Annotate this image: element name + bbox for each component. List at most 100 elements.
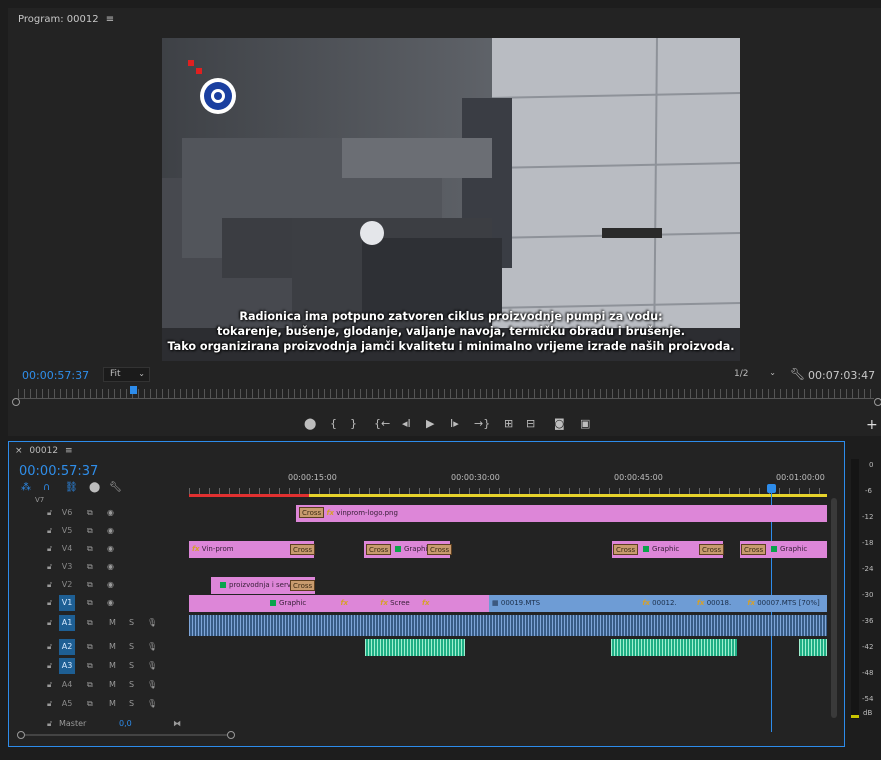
eye-icon[interactable]: ◉ — [107, 580, 114, 589]
horizontal-scrollbar[interactable] — [25, 734, 227, 736]
eye-icon[interactable]: ◉ — [107, 544, 114, 553]
lift-icon[interactable]: ⊞ — [504, 417, 513, 430]
zoom-handle-right[interactable] — [874, 398, 881, 406]
lock-icon[interactable]: 🔓︎ — [47, 580, 52, 590]
lock-icon[interactable]: 🔓︎ — [47, 642, 52, 652]
microphone-icon[interactable]: 🎙︎ — [147, 642, 157, 651]
panel-menu-icon[interactable]: ≡ — [106, 14, 114, 25]
step-back-icon[interactable]: ◂I — [402, 417, 411, 430]
sync-lock-icon[interactable]: ⧉ — [87, 544, 93, 554]
mark-out-icon[interactable]: } — [350, 417, 357, 430]
export-frame-icon[interactable]: ◙ — [554, 417, 565, 430]
microphone-icon[interactable]: 🎙︎ — [147, 680, 157, 689]
cross-dissolve[interactable]: Cross — [290, 544, 316, 555]
sync-lock-icon[interactable]: ⧉ — [87, 661, 93, 671]
program-mini-ruler[interactable] — [18, 389, 874, 399]
go-to-in-icon[interactable]: {← — [374, 417, 390, 430]
graphic-icon — [220, 582, 226, 588]
cross-dissolve[interactable]: Cross — [290, 580, 316, 591]
mute-button[interactable]: M — [109, 661, 116, 670]
lock-icon[interactable]: 🔓︎ — [47, 508, 52, 518]
audio-clip[interactable] — [611, 639, 737, 656]
track-header-v2: 🔓︎ V2 ⧉ ◉ — [47, 580, 114, 590]
zoom-handle-left[interactable] — [12, 398, 20, 406]
play-icon[interactable]: ▶ — [426, 417, 434, 430]
graphic-clip[interactable]: Graphic fx fx Scree fx — [189, 595, 489, 612]
solo-button[interactable]: S — [129, 680, 134, 689]
lock-icon[interactable]: 🔓︎ — [47, 526, 52, 536]
program-playhead[interactable] — [130, 386, 137, 394]
lock-icon[interactable]: 🔓︎ — [47, 544, 52, 554]
time-ruler[interactable]: 00:00:15:00 00:00:30:00 00:00:45:00 00:0… — [189, 470, 829, 496]
snap-icon[interactable]: ∩ — [43, 482, 50, 493]
zoom-handle-left[interactable] — [17, 731, 25, 739]
wrench-icon[interactable]: 🔧︎ — [109, 482, 122, 493]
mute-button[interactable]: M — [109, 680, 116, 689]
microphone-icon[interactable]: 🎙︎ — [147, 699, 157, 708]
sync-lock-icon[interactable]: ⧉ — [87, 508, 93, 518]
compare-icon[interactable]: ▣ — [580, 417, 590, 430]
lock-icon[interactable]: 🔓︎ — [47, 598, 52, 608]
audio-clip[interactable] — [189, 615, 827, 636]
panel-menu-icon[interactable]: ≡ — [65, 446, 73, 456]
solo-button[interactable]: S — [129, 618, 134, 627]
microphone-icon[interactable]: 🎙︎ — [147, 618, 157, 627]
graphic-clip[interactable]: Cross fx vinprom-logo.png — [296, 505, 827, 522]
go-to-out-icon[interactable]: →} — [474, 417, 490, 430]
lock-icon[interactable]: 🔓︎ — [47, 661, 52, 671]
eye-icon[interactable]: ◉ — [107, 598, 114, 607]
cross-dissolve[interactable]: Cross — [741, 544, 767, 555]
eye-icon[interactable]: ◉ — [107, 526, 114, 535]
quality-dropdown[interactable]: 1/2 ⌄ — [730, 367, 780, 382]
vertical-scrollbar[interactable] — [831, 498, 837, 718]
add-button-icon[interactable]: + — [866, 417, 878, 433]
cross-dissolve[interactable]: Cross — [366, 544, 392, 555]
sync-lock-icon[interactable]: ⧉ — [87, 598, 93, 608]
cross-dissolve[interactable]: Cross — [613, 544, 639, 555]
nest-icon[interactable]: ⁂ — [21, 482, 31, 493]
timeline-timecode[interactable]: 00:00:57:37 — [19, 464, 98, 479]
master-meter-icon[interactable]: ⧓ — [173, 719, 181, 728]
ruler-label: 00:00:30:00 — [451, 473, 500, 482]
step-forward-icon[interactable]: I▸ — [450, 417, 459, 430]
sync-lock-icon[interactable]: ⧉ — [87, 680, 93, 690]
lock-icon[interactable]: 🔓︎ — [47, 680, 52, 690]
fit-dropdown[interactable]: Fit ⌄ — [103, 367, 150, 382]
sync-lock-icon[interactable]: ⧉ — [87, 618, 93, 628]
marker-icon[interactable]: ⬤ — [304, 417, 316, 430]
audio-clip[interactable] — [365, 639, 465, 656]
sync-lock-icon[interactable]: ⧉ — [87, 642, 93, 652]
video-clip[interactable]: ▦ 00019.MTS fx 00012. fx 00018. fx 00007… — [489, 595, 827, 612]
close-icon[interactable]: × — [15, 446, 23, 456]
mute-button[interactable]: M — [109, 699, 116, 708]
extract-icon[interactable]: ⊟ — [526, 417, 535, 430]
sync-lock-icon[interactable]: ⧉ — [87, 562, 93, 572]
timeline-tab[interactable]: × 00012 ≡ — [15, 446, 72, 456]
lock-icon[interactable]: 🔓︎ — [47, 699, 52, 709]
add-marker-icon[interactable]: ⬤ — [89, 482, 100, 493]
mute-button[interactable]: M — [109, 642, 116, 651]
mark-in-icon[interactable]: { — [330, 417, 337, 430]
wrench-icon[interactable]: 🔧︎ — [790, 367, 805, 381]
cross-dissolve[interactable]: Cross — [427, 544, 453, 555]
lock-icon[interactable]: 🔓︎ — [47, 618, 52, 628]
lock-icon[interactable]: 🔓︎ — [47, 719, 52, 729]
sync-lock-icon[interactable]: ⧉ — [87, 526, 93, 536]
sync-lock-icon[interactable]: ⧉ — [87, 699, 93, 709]
microphone-icon[interactable]: 🎙︎ — [147, 661, 157, 670]
sync-lock-icon[interactable]: ⧉ — [87, 580, 93, 590]
graphic-icon — [643, 546, 649, 552]
lock-icon[interactable]: 🔓︎ — [47, 562, 52, 572]
program-monitor-title[interactable]: Program: 00012 ≡ — [18, 14, 114, 25]
solo-button[interactable]: S — [129, 661, 134, 670]
zoom-handle-right[interactable] — [227, 731, 235, 739]
solo-button[interactable]: S — [129, 642, 134, 651]
program-timecode[interactable]: 00:00:57:37 — [22, 369, 89, 382]
cross-dissolve[interactable]: Cross — [699, 544, 725, 555]
audio-clip[interactable] — [799, 639, 827, 656]
linked-selection-icon[interactable]: ⛓︎ — [65, 482, 78, 493]
eye-icon[interactable]: ◉ — [107, 562, 114, 571]
solo-button[interactable]: S — [129, 699, 134, 708]
eye-icon[interactable]: ◉ — [107, 508, 114, 517]
mute-button[interactable]: M — [109, 618, 116, 627]
